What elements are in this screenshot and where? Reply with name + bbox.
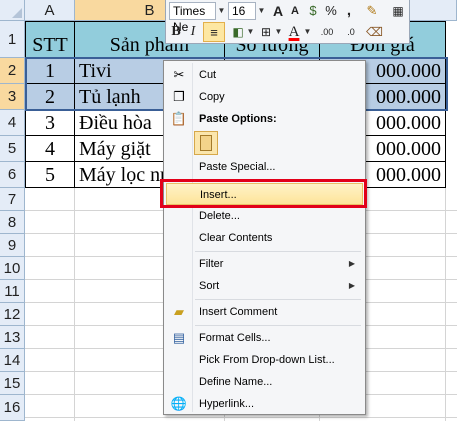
bold-button[interactable]: B [168, 22, 184, 42]
shrink-font-label: A [291, 5, 299, 17]
fill-color-dropdown-icon[interactable]: ▼ [246, 23, 255, 41]
menu-item-clear-contents[interactable]: Clear Contents [166, 227, 363, 249]
paste-options-label: Paste Options: [199, 113, 277, 125]
menu-item-filter-label: Filter [199, 258, 224, 270]
font-size-box[interactable]: 16 [228, 2, 256, 20]
menu-item-filter[interactable]: Filter ▶ [166, 253, 363, 275]
font-name-box[interactable]: Times Ne [169, 2, 216, 34]
row-header-13[interactable]: 13 [0, 326, 25, 349]
cell-a6-stt[interactable]: 5 [25, 162, 75, 188]
paste-options-heading: 📋 Paste Options: [166, 108, 363, 130]
menu-item-define-name-label: Define Name... [199, 376, 273, 388]
row-header-11[interactable]: 11 [0, 280, 25, 303]
clipboard-icon: 📋 [170, 111, 188, 126]
menu-item-sort-label: Sort [199, 280, 220, 292]
globe-link-icon: 🌐 [170, 396, 188, 411]
format-cells-icon: ▤ [172, 330, 186, 345]
row-header-4[interactable]: 4 [0, 110, 25, 136]
menu-item-paste-special[interactable]: Paste Special... [166, 156, 363, 178]
comma-button[interactable]: , [341, 1, 357, 21]
row-header-2[interactable]: 2 [0, 58, 25, 84]
menu-separator [195, 251, 361, 252]
row-header-3[interactable]: 3 [0, 84, 25, 110]
menu-item-paste-special-label: Paste Special... [199, 161, 276, 173]
insert-highlight-annotation [160, 179, 367, 208]
menu-item-delete[interactable]: Delete... [166, 205, 363, 227]
row-header-7[interactable]: 7 [0, 188, 25, 211]
cell-a4-stt[interactable]: 3 [25, 110, 75, 136]
shrink-font-button[interactable]: A [287, 1, 303, 21]
percent-button[interactable]: % [323, 1, 339, 21]
cell-a1-header-stt[interactable]: STT [25, 21, 75, 58]
italic-button[interactable]: I [185, 22, 201, 42]
menu-item-delete-label: Delete... [199, 210, 240, 222]
cell-a5-stt[interactable]: 4 [25, 136, 75, 162]
format-painter-icon[interactable]: ✎ [363, 1, 381, 21]
menu-item-pick-from-list[interactable]: Pick From Drop-down List... [166, 349, 363, 371]
menu-item-copy[interactable]: ❐ Copy [166, 86, 363, 108]
row-header-12[interactable]: 12 [0, 303, 25, 326]
paste-default-button[interactable] [194, 131, 218, 155]
font-name-dropdown-icon[interactable]: ▼ [217, 2, 226, 20]
menu-item-copy-label: Copy [199, 91, 225, 103]
decrease-decimal-button[interactable]: .00 [316, 22, 338, 42]
row-header-10[interactable]: 10 [0, 257, 25, 280]
row-header-1[interactable]: 1 [0, 21, 25, 58]
menu-item-insert-comment[interactable]: ▰ Insert Comment [166, 301, 363, 323]
fill-color-icon[interactable]: ◧ [230, 22, 246, 42]
copy-icon: ❐ [173, 89, 185, 104]
menu-item-sort[interactable]: Sort ▶ [166, 275, 363, 297]
borders-button[interactable]: ⊞ [258, 22, 274, 42]
menu-separator [195, 299, 361, 300]
row-header-5[interactable]: 5 [0, 136, 25, 162]
row-header-9[interactable]: 9 [0, 234, 25, 257]
font-color-dropdown-icon[interactable]: ▼ [303, 23, 312, 41]
menu-item-insert-comment-label: Insert Comment [199, 306, 278, 318]
submenu-arrow-icon: ▶ [348, 259, 355, 268]
column-header-a[interactable]: A [25, 0, 75, 21]
menu-item-pick-from-list-label: Pick From Drop-down List... [199, 354, 335, 366]
paste-icon [200, 135, 212, 151]
row-header-14[interactable]: 14 [0, 349, 25, 372]
menu-item-define-name[interactable]: Define Name... [166, 371, 363, 393]
increase-decimal-button[interactable]: .0 [340, 22, 362, 42]
menu-item-hyperlink-label: Hyperlink... [199, 398, 255, 410]
menu-item-clear-contents-label: Clear Contents [199, 232, 273, 244]
select-all-corner[interactable] [0, 0, 25, 21]
scissors-icon: ✂ [173, 67, 185, 82]
grow-font-label: A [272, 3, 284, 19]
comment-icon: ▰ [174, 304, 184, 319]
menu-item-cut[interactable]: ✂ Cut [166, 64, 363, 86]
font-size-dropdown-icon[interactable]: ▼ [257, 2, 266, 20]
font-color-button[interactable]: A [286, 22, 302, 42]
center-align-button[interactable]: ≡ [203, 22, 225, 42]
row-header-15[interactable]: 15 [0, 372, 25, 395]
context-menu: ✂ Cut ❐ Copy 📋 Paste Options: Paste Spec… [163, 60, 366, 415]
row-header-8[interactable]: 8 [0, 211, 25, 234]
menu-item-cut-label: Cut [199, 69, 217, 81]
grow-font-button[interactable]: A [270, 1, 286, 21]
menu-item-format-cells-label: Format Cells... [199, 332, 271, 344]
row-header-6[interactable]: 6 [0, 162, 25, 188]
borders-icon[interactable]: ▦ [390, 1, 406, 21]
mini-toolbar: Times Ne ▼ 16 ▼ A A $ % , ✎ ▦ B I ≡ ◧ ▼ … [165, 0, 410, 44]
menu-item-format-cells[interactable]: ▤ Format Cells... [166, 327, 363, 349]
borders-dropdown-icon[interactable]: ▼ [274, 23, 283, 41]
submenu-arrow-icon: ▶ [348, 281, 355, 290]
row-header-16[interactable]: 16 [0, 395, 25, 421]
currency-button[interactable]: $ [305, 1, 321, 21]
menu-item-hyperlink[interactable]: 🌐 Hyperlink... [166, 393, 363, 415]
eraser-icon[interactable]: ⌫ [366, 22, 383, 42]
menu-separator [195, 325, 361, 326]
